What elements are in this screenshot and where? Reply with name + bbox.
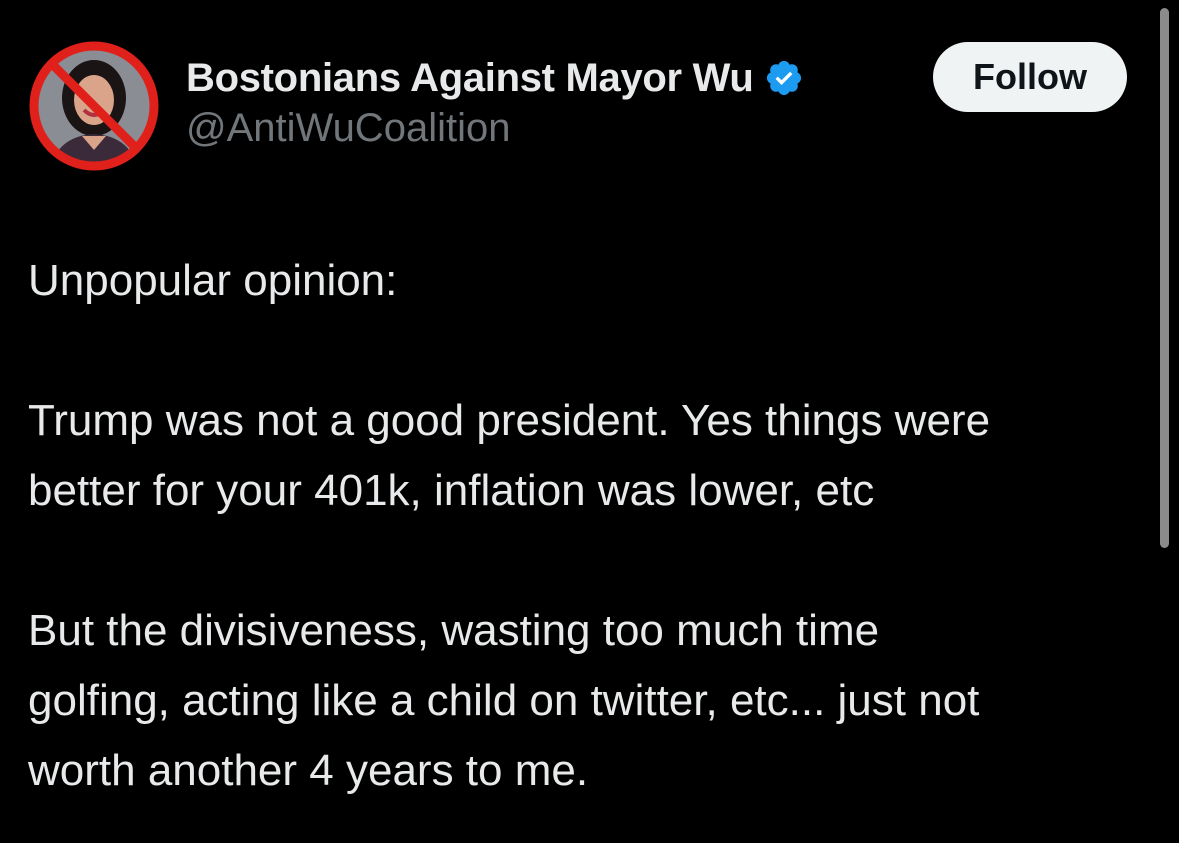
avatar[interactable]	[26, 38, 162, 174]
tweet-header: Bostonians Against Mayor Wu @AntiWuCoali…	[26, 34, 1136, 174]
tweet-text-line: But the divisiveness, wasting too much t…	[28, 606, 880, 655]
tweet-text-line: better for your 401k, inflation was lowe…	[28, 466, 875, 515]
display-name[interactable]: Bostonians Against Mayor Wu	[186, 56, 754, 101]
scrollbar[interactable]	[1160, 8, 1169, 548]
author-handle[interactable]: @AntiWuCoalition	[186, 106, 804, 151]
tweet-paragraph: Trump was not a good president. Yes thin…	[28, 386, 1158, 526]
no-symbol-avatar-icon	[29, 41, 159, 171]
tweet-text-line: worth another 4 years to me.	[28, 746, 589, 795]
tweet-text-line: Unpopular opinion:	[28, 256, 398, 305]
tweet-paragraph: Unpopular opinion:	[28, 246, 1158, 316]
follow-button[interactable]: Follow	[933, 42, 1127, 112]
tweet: Bostonians Against Mayor Wu @AntiWuCoali…	[0, 0, 1179, 843]
verified-badge-icon	[764, 58, 804, 98]
tweet-text-line: golfing, acting like a child on twitter,…	[28, 676, 980, 725]
author-names: Bostonians Against Mayor Wu @AntiWuCoali…	[186, 52, 804, 151]
tweet-paragraph: But the divisiveness, wasting too much t…	[28, 596, 1158, 806]
tweet-text-line: Trump was not a good president. Yes thin…	[28, 396, 991, 445]
display-name-row: Bostonians Against Mayor Wu	[186, 52, 804, 104]
tweet-text: Unpopular opinion: Trump was not a good …	[28, 246, 1158, 806]
